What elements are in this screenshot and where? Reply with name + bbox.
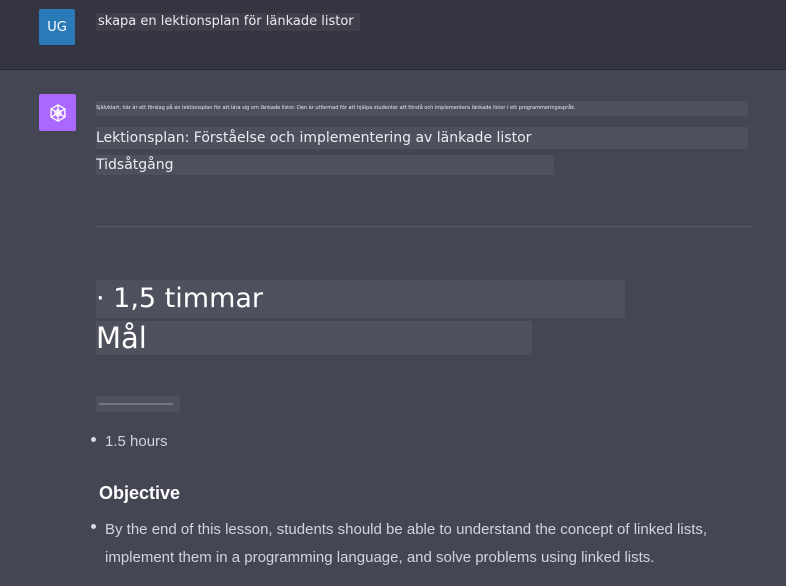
duration-large-text: · 1,5 timmar xyxy=(96,280,625,318)
bullet-dot xyxy=(91,524,96,529)
duration-bullet-text: 1.5 hours xyxy=(105,433,168,450)
bullet-dot xyxy=(91,437,96,442)
assistant-avatar xyxy=(39,94,76,131)
openai-logo-icon xyxy=(49,103,66,122)
user-message-row: UG skapa en lektionsplan för länkade lis… xyxy=(0,0,786,70)
lesson-plan-heading: Lektionsplan: Förståelse och implementer… xyxy=(96,127,748,149)
objective-bullet-text: By the end of this lesson, students shou… xyxy=(105,521,708,566)
section-divider xyxy=(96,226,754,227)
user-message-text: skapa en lektionsplan för länkade listor xyxy=(96,13,360,31)
objective-heading: Objective xyxy=(99,483,181,503)
time-heading: Tidsåtgång xyxy=(96,155,554,175)
user-avatar: UG xyxy=(39,9,75,45)
faint-text-block xyxy=(96,396,180,412)
goal-large-text: Mål xyxy=(96,321,532,355)
assistant-intro-line: Självklart, här är ett förslag på en lek… xyxy=(96,101,748,116)
